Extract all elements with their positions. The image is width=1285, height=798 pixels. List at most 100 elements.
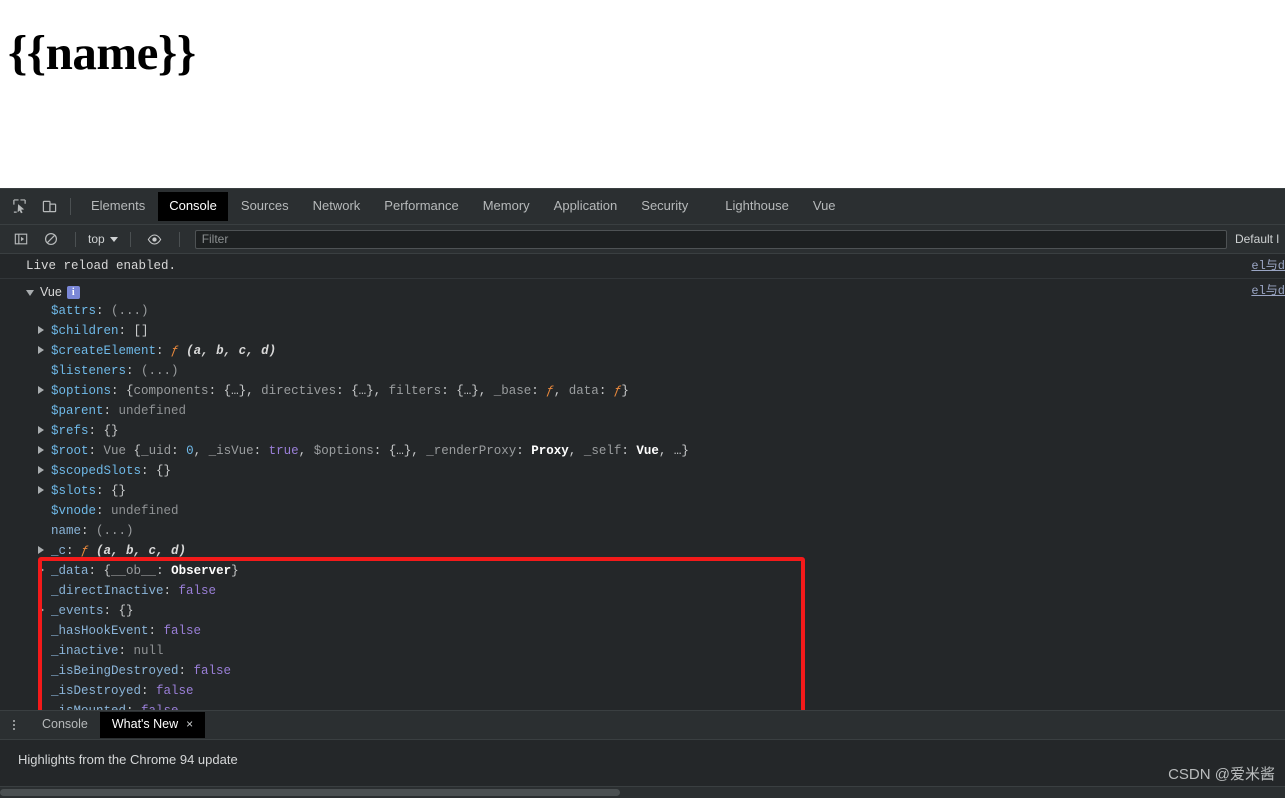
tab-sources[interactable]: Sources (230, 192, 300, 221)
inspect-element-icon[interactable] (6, 194, 32, 220)
chevron-right-icon[interactable] (38, 544, 51, 554)
property-indent (38, 632, 51, 634)
property-key: _inactive (51, 644, 119, 658)
property-value: : Vue {_uid: 0, _isVue: true, $options: … (88, 444, 689, 458)
object-property-row[interactable]: $vnode: undefined (38, 501, 1285, 521)
object-property-row[interactable]: _inactive: null (38, 641, 1285, 661)
horizontal-scrollbar[interactable] (0, 786, 1285, 798)
object-property-row[interactable]: _isBeingDestroyed: false (38, 661, 1285, 681)
chevron-down-icon (109, 236, 118, 242)
tab-application[interactable]: Application (543, 192, 629, 221)
object-property-row[interactable]: _data: {__ob__: Observer} (38, 561, 1285, 581)
object-property-row[interactable]: _c: ƒ (a, b, c, d) (38, 541, 1285, 561)
drawer-tab-whats-new[interactable]: What's New × (99, 712, 206, 738)
property-key: $attrs (51, 304, 97, 318)
property-value: : {} (96, 484, 127, 498)
console-message-text: Live reload enabled. (26, 259, 177, 273)
property-value: : {} (88, 424, 119, 438)
property-indent (38, 692, 51, 694)
property-value: : (...) (126, 364, 179, 378)
tab-console[interactable]: Console (158, 191, 228, 222)
drawer-content-text: Highlights from the Chrome 94 update (18, 752, 238, 767)
chevron-right-icon[interactable] (38, 604, 51, 614)
chevron-right-icon[interactable] (38, 464, 51, 474)
devtools-tabbar: Elements Console Sources Network Perform… (0, 189, 1285, 225)
object-property-row[interactable]: _directInactive: false (38, 581, 1285, 601)
vue-object-group: Vue i $attrs: (...) $children: [] $createE… (0, 282, 1285, 711)
chevron-right-icon[interactable] (38, 424, 51, 434)
object-property-row[interactable]: _hasHookEvent: false (38, 621, 1285, 641)
object-property-row[interactable]: $root: Vue {_uid: 0, _isVue: true, $opti… (38, 441, 1285, 461)
device-toolbar-icon[interactable] (36, 194, 62, 220)
property-key: _events (51, 604, 104, 618)
toolbar-divider (129, 231, 131, 247)
property-indent (38, 412, 51, 414)
scrollbar-thumb[interactable] (0, 789, 620, 796)
log-levels-select[interactable]: Default l (1235, 232, 1285, 246)
object-property-row[interactable]: $listeners: (...) (38, 361, 1285, 381)
property-key: _isDestroyed (51, 684, 142, 698)
vue-object-header[interactable]: Vue i (26, 284, 1285, 301)
filter-input[interactable] (194, 229, 1227, 249)
property-key: _directInactive (51, 584, 164, 598)
property-value: : {components: {…}, directives: {…}, fil… (111, 384, 629, 398)
drawer-tab-console[interactable]: Console (30, 712, 100, 738)
toolbar-divider (70, 198, 71, 215)
console-object-row: el与d Vue i $attrs: (...) $children: [] $cr… (0, 279, 1285, 711)
tab-lighthouse[interactable]: Lighthouse (714, 192, 800, 221)
property-key: $slots (51, 484, 97, 498)
source-link[interactable]: el与d (1251, 282, 1285, 300)
property-value: : [] (118, 324, 149, 338)
object-property-row[interactable]: $attrs: (...) (38, 301, 1285, 321)
object-property-row[interactable]: _isDestroyed: false (38, 681, 1285, 701)
property-key: _data (51, 564, 89, 578)
property-value: : {} (103, 604, 134, 618)
drawer-tabbar: Console What's New × (0, 711, 1285, 740)
chevron-right-icon[interactable] (38, 564, 51, 574)
object-property-row[interactable]: $parent: undefined (38, 401, 1285, 421)
chevron-right-icon[interactable] (38, 324, 51, 334)
tab-elements[interactable]: Elements (80, 192, 156, 221)
property-value: : null (118, 644, 164, 658)
object-property-row[interactable]: $slots: {} (38, 481, 1285, 501)
property-key: _c (51, 544, 67, 558)
info-badge-icon[interactable]: i (66, 286, 80, 299)
execution-context-select[interactable]: top (85, 231, 121, 247)
tab-security[interactable]: Security (630, 192, 699, 221)
property-key: $children (51, 324, 119, 338)
execution-context-label: top (88, 232, 105, 246)
property-key: $listeners (51, 364, 127, 378)
close-icon[interactable]: × (186, 718, 193, 731)
console-sidebar-icon[interactable] (8, 226, 34, 252)
tab-vue[interactable]: Vue (802, 192, 847, 221)
object-property-row[interactable]: name: (...) (38, 521, 1285, 541)
chevron-right-icon[interactable] (38, 444, 51, 454)
object-property-row[interactable]: $refs: {} (38, 421, 1285, 441)
source-link[interactable]: el与d (1251, 257, 1285, 275)
object-property-row[interactable]: $options: {components: {…}, directives: … (38, 381, 1285, 401)
chevron-right-icon[interactable] (38, 344, 51, 354)
property-indent (38, 312, 51, 314)
toolbar-divider (75, 231, 76, 247)
devtools-panel: Elements Console Sources Network Perform… (0, 188, 1285, 798)
property-key: _hasHookEvent (51, 624, 149, 638)
tab-performance[interactable]: Performance (373, 192, 469, 221)
property-indent (38, 592, 51, 594)
console-output[interactable]: Live reload enabled. el与d el与d Vue i $at… (0, 254, 1285, 711)
tab-network[interactable]: Network (302, 192, 372, 221)
object-property-row[interactable]: _events: {} (38, 601, 1285, 621)
property-indent (38, 672, 51, 674)
object-property-row[interactable]: $scopedSlots: {} (38, 461, 1285, 481)
object-property-row[interactable]: $children: [] (38, 321, 1285, 341)
more-options-icon[interactable] (4, 714, 24, 736)
property-value: : (...) (96, 304, 149, 318)
chevron-right-icon[interactable] (38, 384, 51, 394)
tab-memory[interactable]: Memory (472, 192, 541, 221)
clear-console-icon[interactable] (38, 226, 64, 252)
live-expression-eye-icon[interactable] (142, 226, 168, 252)
property-value: : false (163, 584, 217, 598)
chevron-down-icon[interactable] (26, 289, 34, 296)
property-key: $vnode (51, 504, 97, 518)
object-property-row[interactable]: $createElement: ƒ (a, b, c, d) (38, 341, 1285, 361)
chevron-right-icon[interactable] (38, 484, 51, 494)
